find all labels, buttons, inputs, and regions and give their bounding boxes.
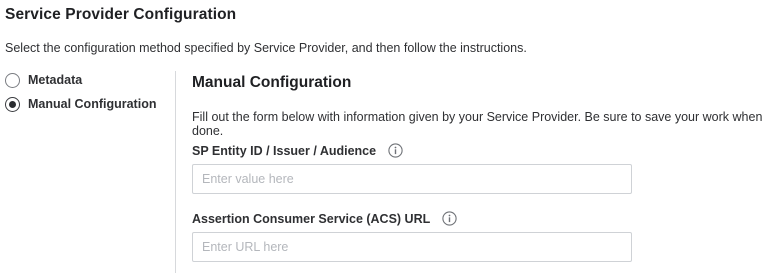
radio-dot <box>9 100 16 108</box>
info-circle-icon[interactable] <box>442 211 457 226</box>
radio-unselected-icon[interactable] <box>5 72 20 88</box>
info-circle-icon[interactable] <box>388 143 403 158</box>
vertical-divider <box>175 71 176 273</box>
entity-id-label-row: SP Entity ID / Issuer / Audience <box>192 143 403 158</box>
entity-id-input[interactable] <box>192 164 632 194</box>
radio-label-manual-configuration: Manual Configuration <box>28 97 157 111</box>
configuration-method-radio-group: Metadata Manual Configuration <box>5 72 170 120</box>
acs-url-label: Assertion Consumer Service (ACS) URL <box>192 211 431 226</box>
section-description: Fill out the form below with information… <box>192 110 763 138</box>
radio-option-metadata[interactable]: Metadata <box>5 72 170 88</box>
entity-id-label: SP Entity ID / Issuer / Audience <box>192 143 377 158</box>
page-instructions: Select the configuration method specifie… <box>5 41 527 55</box>
acs-url-label-row: Assertion Consumer Service (ACS) URL <box>192 211 457 226</box>
acs-url-input[interactable] <box>192 232 632 262</box>
page-title: Service Provider Configuration <box>5 6 237 23</box>
radio-selected-icon[interactable] <box>5 96 20 112</box>
radio-option-manual-configuration[interactable]: Manual Configuration <box>5 96 170 112</box>
section-title: Manual Configuration <box>192 74 352 91</box>
radio-label-metadata: Metadata <box>28 73 83 87</box>
